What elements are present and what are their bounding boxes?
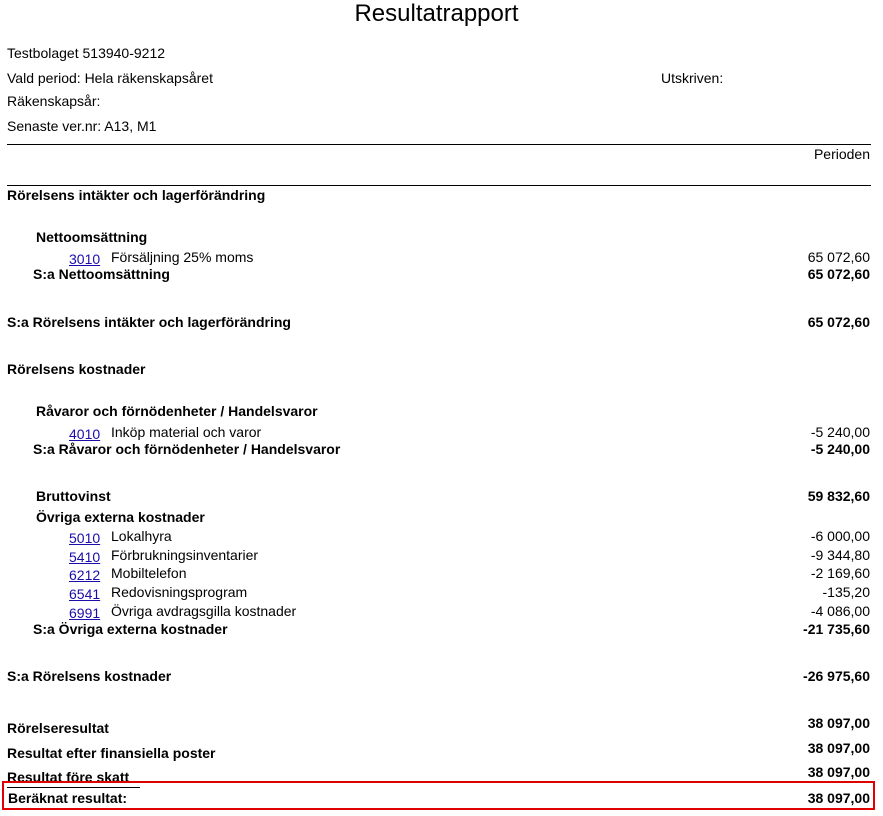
account-amount-5010: -6 000,00 (810, 528, 870, 544)
fiscal-year-label: Räkenskapsår: (7, 93, 101, 109)
gross-profit-label: Bruttovinst (36, 488, 111, 504)
account-name-4010: Inköp material och varor (111, 424, 262, 440)
header-divider-top (7, 144, 871, 145)
group-raw-materials-title: Råvaror och förnödenheter / Handelsvaror (36, 403, 318, 419)
calculated-result-label: Beräknat resultat: (8, 790, 128, 806)
account-amount-5410: -9 344,80 (810, 547, 870, 563)
operating-costs-sum-label: S:a Rörelsens kostnader (7, 668, 172, 684)
calculated-result-highlight (2, 781, 875, 810)
raw-materials-sum-amount: -5 240,00 (810, 441, 870, 457)
account-amount-6212: -2 169,60 (810, 565, 870, 581)
section-operating-income-title: Rörelsens intäkter och lagerförändring (7, 187, 266, 203)
account-link-6541[interactable]: 6541 (69, 585, 100, 603)
calculated-result-amount: 38 097,00 (807, 790, 870, 806)
operating-result-amount: 38 097,00 (807, 715, 870, 731)
account-link-5010[interactable]: 5010 (69, 529, 100, 547)
result-before-tax-amount: 38 097,00 (807, 764, 870, 780)
gross-profit-amount: 59 832,60 (807, 488, 870, 504)
calculated-result-overline (7, 787, 140, 788)
selected-period: Vald period: Hela räkenskapsåret (7, 70, 213, 86)
column-header-period: Perioden (813, 146, 870, 162)
net-sales-sum-label: S:a Nettoomsättning (33, 266, 170, 282)
account-name-3010: Försäljning 25% moms (111, 249, 254, 265)
raw-materials-sum-label: S:a Råvaror och förnödenheter / Handelsv… (33, 441, 341, 457)
account-amount-3010: 65 072,60 (807, 249, 870, 265)
account-amount-6541: -135,20 (822, 584, 870, 600)
last-voucher-number: Senaste ver.nr: A13, M1 (7, 118, 157, 134)
operating-income-sum-amount: 65 072,60 (807, 314, 870, 330)
account-link-6212[interactable]: 6212 (69, 566, 100, 584)
operating-costs-sum-amount: -26 975,60 (803, 668, 870, 684)
account-name-5410: Förbrukningsinventarier (111, 547, 259, 563)
group-net-sales-title: Nettoomsättning (36, 229, 148, 245)
result-after-financial-items-label: Resultat efter finansiella poster (7, 745, 216, 761)
account-amount-4010: -5 240,00 (810, 424, 870, 440)
operating-income-sum-label: S:a Rörelsens intäkter och lagerförändri… (7, 314, 291, 330)
account-amount-6991: -4 086,00 (810, 603, 870, 619)
section-operating-costs-title: Rörelsens kostnader (7, 361, 146, 377)
account-name-6541: Redovisningsprogram (111, 584, 248, 600)
account-link-5410[interactable]: 5410 (69, 548, 100, 566)
company-name: Testbolaget 513940-9212 (7, 45, 166, 61)
report-title: Resultatrapport (354, 0, 519, 27)
other-external-costs-sum-label: S:a Övriga externa kostnader (33, 621, 228, 637)
group-other-external-costs-title: Övriga externa kostnader (36, 509, 205, 525)
account-name-6991: Övriga avdragsgilla kostnader (111, 603, 297, 619)
account-name-6212: Mobiltelefon (111, 565, 187, 581)
other-external-costs-sum-amount: -21 735,60 (803, 621, 870, 637)
operating-result-label: Rörelseresultat (7, 720, 109, 736)
printed-label: Utskriven: (661, 70, 724, 86)
net-sales-sum-amount: 65 072,60 (807, 266, 870, 282)
account-name-5010: Lokalhyra (111, 528, 172, 544)
result-after-financial-items-amount: 38 097,00 (807, 740, 870, 756)
